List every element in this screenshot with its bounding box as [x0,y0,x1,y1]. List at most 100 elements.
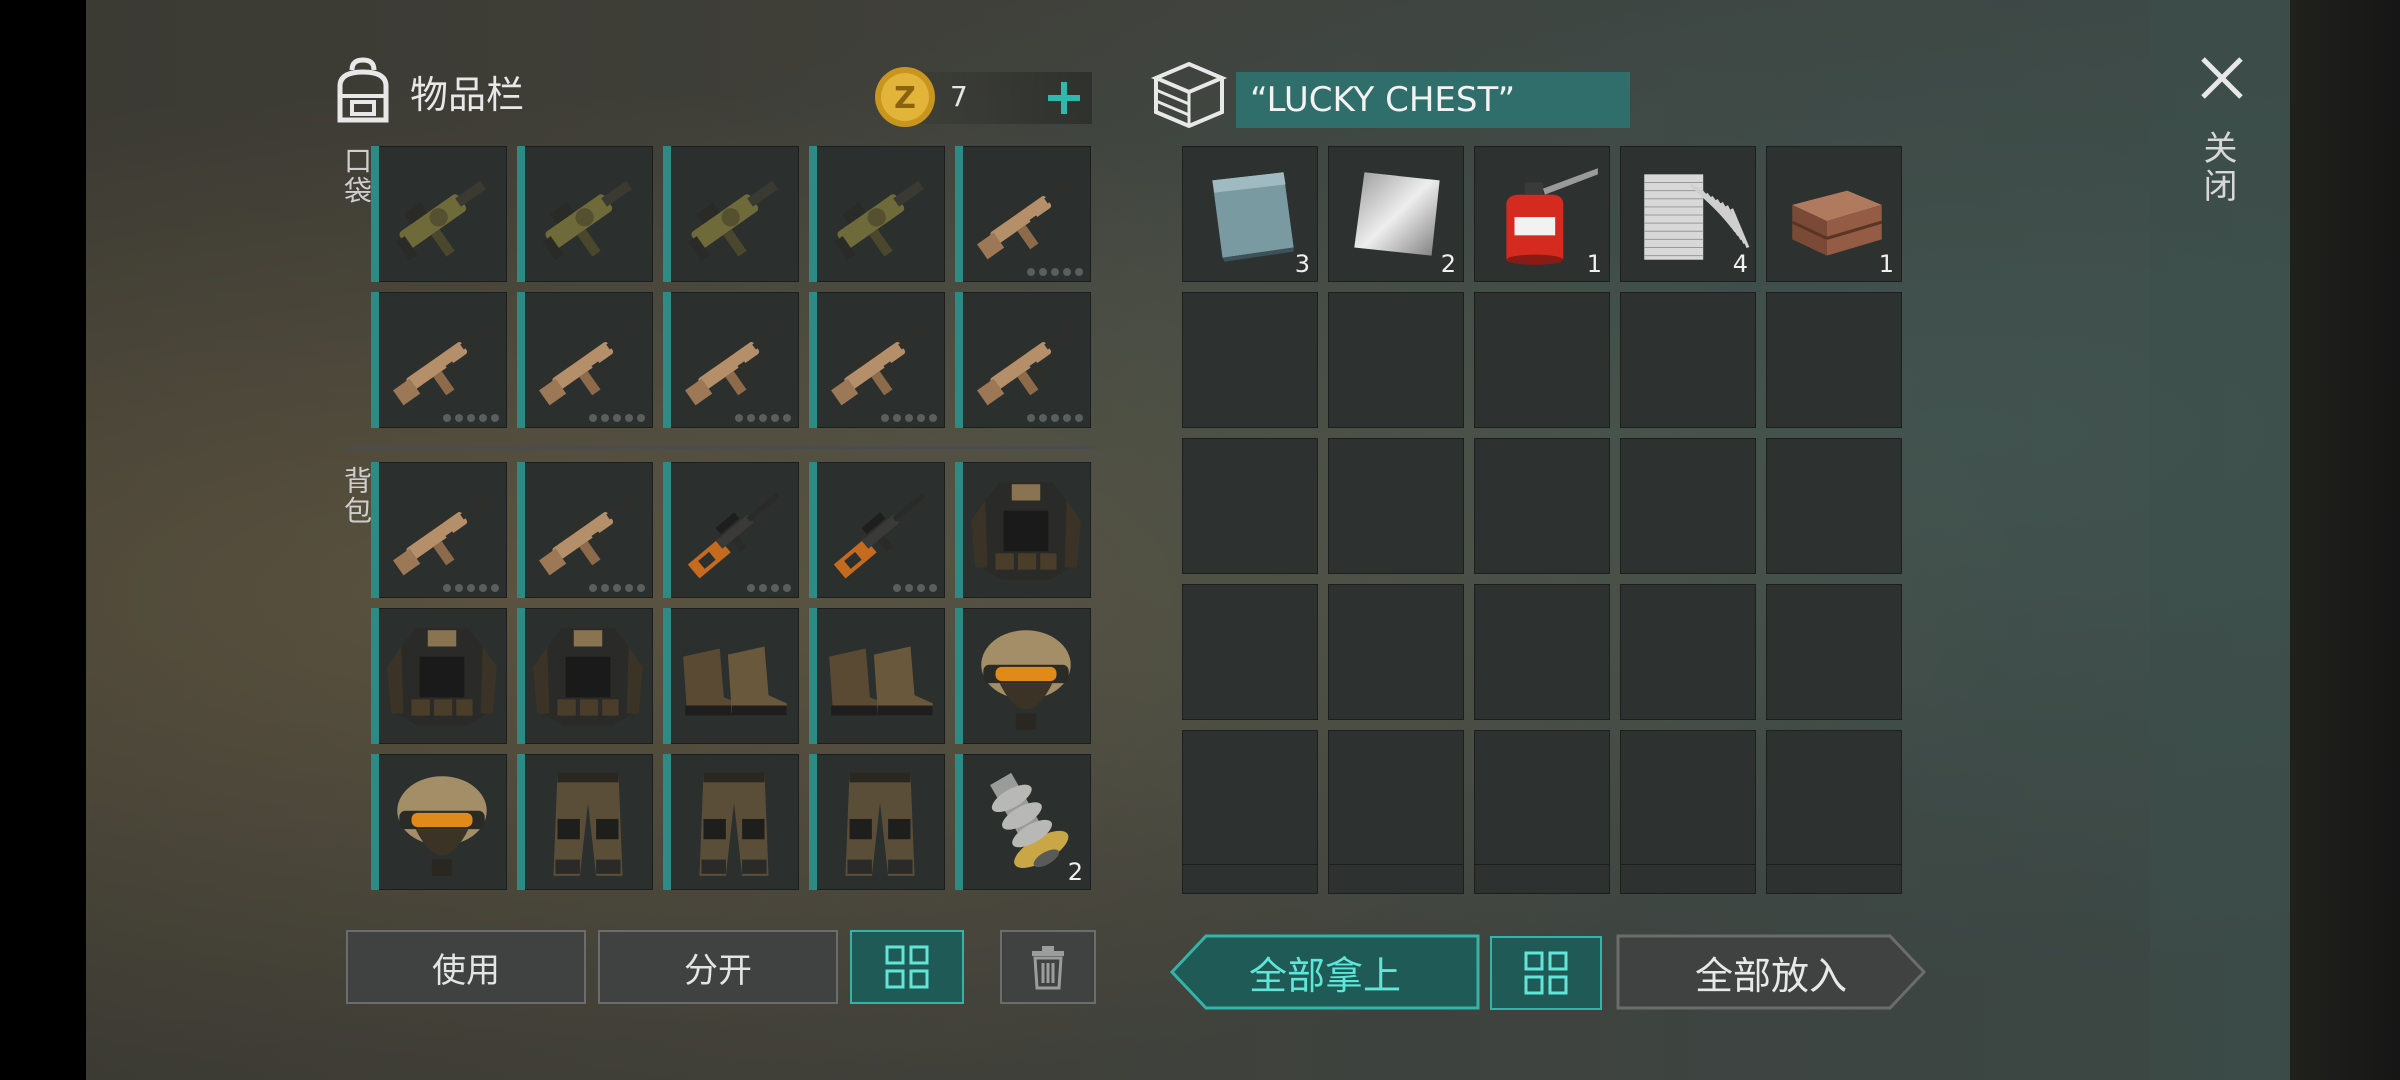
boots-icon [683,646,787,716]
durability-dots [893,584,937,592]
item-quantity: 2 [1067,858,1083,886]
pocket-slot[interactable] [955,146,1091,282]
put-all-button[interactable]: 全部放入 [1616,934,1926,1010]
backpack-slot[interactable] [371,462,507,598]
durability-dot [1027,414,1035,422]
close-button[interactable] [2196,52,2248,104]
item-quantity: 1 [1878,250,1894,278]
coin-balance: Z 7 [872,67,1092,127]
chest-slot[interactable] [1474,438,1610,574]
chest-slot[interactable] [1766,438,1902,574]
grenade-launcher-icon [396,180,486,261]
pocket-slot[interactable] [371,146,507,282]
inventory-header: 物品栏 [330,56,524,126]
chest-slot[interactable] [1766,864,1902,894]
pocket-slot[interactable] [809,146,945,282]
sort-grid-icon [885,945,929,989]
pocket-slot[interactable] [371,292,507,428]
chest-slot[interactable] [1182,730,1318,866]
backpack-slot[interactable]: 2 [955,754,1091,890]
add-coins-button[interactable] [1040,74,1088,122]
durability-dot [613,584,621,592]
pocket-slot[interactable] [517,292,653,428]
chest-slot[interactable] [1328,864,1464,894]
pocket-slot[interactable] [663,146,799,282]
tactical-vest-icon [387,628,497,726]
durability-dot [479,414,487,422]
durability-dots [443,414,499,422]
chest-slot[interactable] [1620,438,1756,574]
backpack-slot[interactable] [955,462,1091,598]
assault-rifle-icon [539,495,637,576]
chest-slot[interactable]: 2 [1328,146,1464,282]
backpack-slot[interactable] [517,462,653,598]
backpack-slot[interactable] [809,754,945,890]
boots-icon [829,646,933,716]
chest-slot[interactable] [1328,292,1464,428]
chest-slot[interactable] [1474,864,1610,894]
durability-dot [735,414,743,422]
chest-slot[interactable] [1766,292,1902,428]
chest-slot[interactable] [1620,730,1756,866]
chest-slot[interactable] [1474,730,1610,866]
backpack-slot[interactable] [371,608,507,744]
chest-slot[interactable] [1328,730,1464,866]
chest-slot[interactable] [1620,292,1756,428]
chest-slot[interactable] [1328,584,1464,720]
backpack-slot[interactable] [809,608,945,744]
backpack-slot[interactable] [517,608,653,744]
backpack-slot[interactable] [663,462,799,598]
durability-dot [491,414,499,422]
chest-slot[interactable] [1474,292,1610,428]
chest-slot[interactable] [1182,292,1318,428]
chest-slot[interactable]: 4 [1620,146,1756,282]
pocket-slot[interactable] [663,292,799,428]
chest-slot[interactable] [1182,864,1318,894]
chest-slot[interactable]: 1 [1766,146,1902,282]
pocket-slot[interactable] [517,146,653,282]
backpack-slot[interactable] [517,754,653,890]
take-all-button[interactable]: 全部拿上 [1170,934,1480,1010]
durability-dot [929,584,937,592]
chest-slot[interactable] [1182,584,1318,720]
durability-dot [589,414,597,422]
chest-sort-button[interactable] [1490,936,1602,1010]
backpack-slot[interactable] [371,754,507,890]
durability-dot [759,414,767,422]
durability-dots [747,584,791,592]
backpack-slot[interactable] [663,754,799,890]
section-divider [346,446,1094,449]
chest-slot[interactable]: 3 [1182,146,1318,282]
sniper-rifle-icon [687,492,780,579]
coin-count: 7 [950,80,968,113]
helmet-icon [397,776,487,876]
chest-slot[interactable] [1474,584,1610,720]
use-button[interactable]: 使用 [346,930,586,1004]
pants-icon [845,772,915,876]
durability-dot [1063,268,1071,276]
backpack-slot[interactable] [809,462,945,598]
durability-dot [881,414,889,422]
split-button[interactable]: 分开 [598,930,838,1004]
durability-dot [917,584,925,592]
chest-slot[interactable] [1766,730,1902,866]
inventory-sort-button[interactable] [850,930,964,1004]
chest-slot[interactable] [1182,438,1318,574]
item-quantity: 1 [1586,250,1602,278]
pocket-slot[interactable] [809,292,945,428]
backpack-slot[interactable] [663,608,799,744]
durability-dot [491,584,499,592]
pocket-slot[interactable] [955,292,1091,428]
chest-slot[interactable] [1328,438,1464,574]
inventory-title: 物品栏 [410,72,525,117]
close-label[interactable]: 关闭 [2197,130,2242,206]
durability-dots [735,414,791,422]
backpack-slot[interactable] [955,608,1091,744]
chest-slot[interactable] [1766,584,1902,720]
sort-grid-icon [1524,951,1568,995]
trash-button[interactable] [1000,930,1096,1004]
chest-slot[interactable] [1620,584,1756,720]
chest-slot[interactable]: 1 [1474,146,1610,282]
chest-slot[interactable] [1620,864,1756,894]
durability-dots [589,584,645,592]
